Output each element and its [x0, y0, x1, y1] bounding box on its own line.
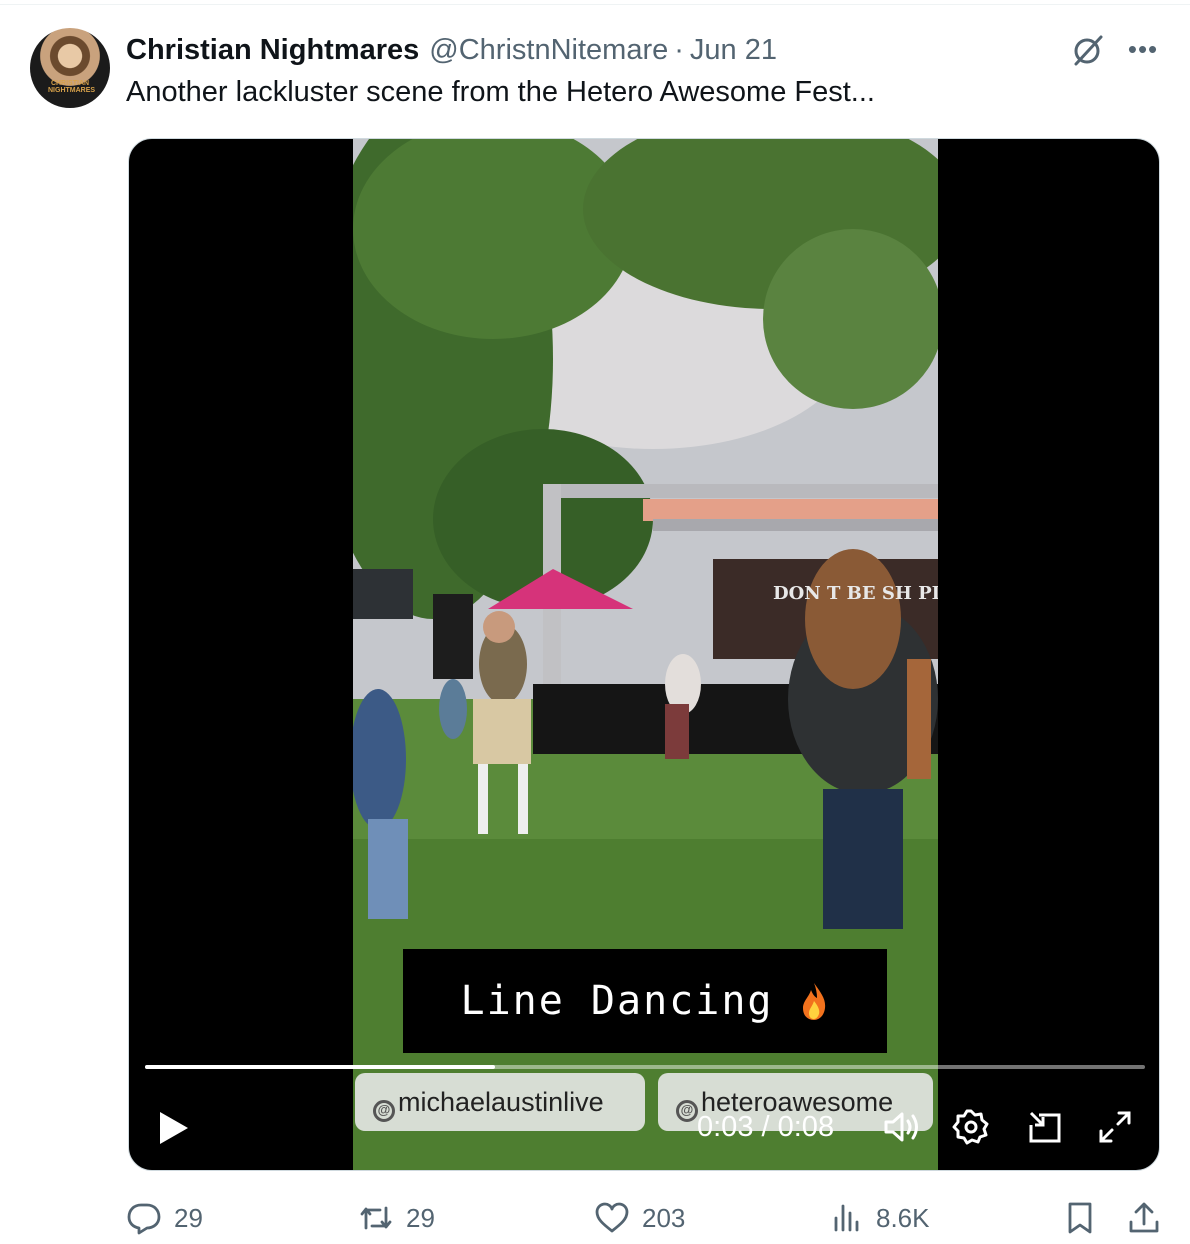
reply-count: 29 — [174, 1202, 203, 1233]
reply-button[interactable]: 29 — [126, 1196, 203, 1240]
views-icon — [834, 1204, 859, 1232]
separator-dot: · — [674, 33, 684, 66]
avatar[interactable]: CHRISTIAN NIGHTMARES — [30, 28, 110, 108]
heart-icon — [595, 1202, 629, 1233]
reply-icon — [127, 1203, 161, 1235]
stage-banner-text: DON T BE SH PL — [773, 583, 938, 604]
author-handle[interactable]: @ChristnNitemare — [429, 34, 668, 67]
video-player[interactable]: DON T BE SH PL Line Dancing @ michaelaust… — [128, 138, 1160, 1171]
tweet-header: Christian Nightmares @ChristnNitemare · … — [126, 32, 777, 68]
repost-button[interactable]: 29 — [358, 1196, 435, 1240]
views-button[interactable]: 8.6K — [828, 1196, 930, 1240]
tag-michaelaustinlive: @ michaelaustinlive — [355, 1073, 645, 1131]
video-caption: Line Dancing — [460, 978, 774, 1024]
more-icon[interactable]: ••• — [1126, 34, 1160, 64]
repost-count: 29 — [406, 1202, 435, 1233]
views-count: 8.6K — [876, 1202, 930, 1233]
current-time: 0:03 — [697, 1111, 754, 1143]
video-progress-bar[interactable] — [145, 1065, 1145, 1069]
video-progress-fill — [145, 1065, 495, 1069]
repost-icon — [360, 1206, 392, 1230]
pip-icon[interactable] — [1025, 1107, 1065, 1147]
fullscreen-icon[interactable] — [1095, 1107, 1135, 1147]
threads-icon: @ — [676, 1100, 698, 1122]
avatar-shirt-text: CHRISTIAN NIGHTMARES — [48, 80, 96, 94]
play-icon[interactable] — [157, 1109, 191, 1147]
fire-icon — [803, 983, 826, 1020]
bookmark-button[interactable] — [1062, 1196, 1110, 1240]
share-button[interactable] — [1126, 1196, 1174, 1240]
video-time: 0:03 / 0:08 — [697, 1111, 834, 1144]
video-frame[interactable]: DON T BE SH PL Line Dancing @ michaelaust… — [353, 139, 938, 1170]
video-caption-box: Line Dancing — [403, 949, 887, 1053]
threads-icon: @ — [373, 1100, 395, 1122]
share-icon — [1129, 1202, 1159, 1233]
tag-label: michaelaustinlive — [398, 1087, 604, 1117]
tweet-actions: 29 29 203 8.6K — [0, 1196, 1190, 1240]
settings-icon[interactable] — [951, 1107, 991, 1147]
volume-icon[interactable] — [881, 1107, 921, 1147]
duration: 0:08 — [777, 1111, 835, 1143]
like-count: 203 — [642, 1202, 686, 1233]
top-divider — [0, 4, 1190, 5]
time-separator: / — [753, 1111, 778, 1143]
tweet-text: Another lackluster scene from the Hetero… — [126, 76, 875, 108]
like-button[interactable]: 203 — [594, 1196, 685, 1240]
bookmark-icon — [1068, 1202, 1092, 1234]
tweet-date[interactable]: Jun 21 — [690, 34, 777, 67]
grok-icon[interactable] — [1070, 32, 1106, 68]
author-name[interactable]: Christian Nightmares — [126, 34, 419, 67]
